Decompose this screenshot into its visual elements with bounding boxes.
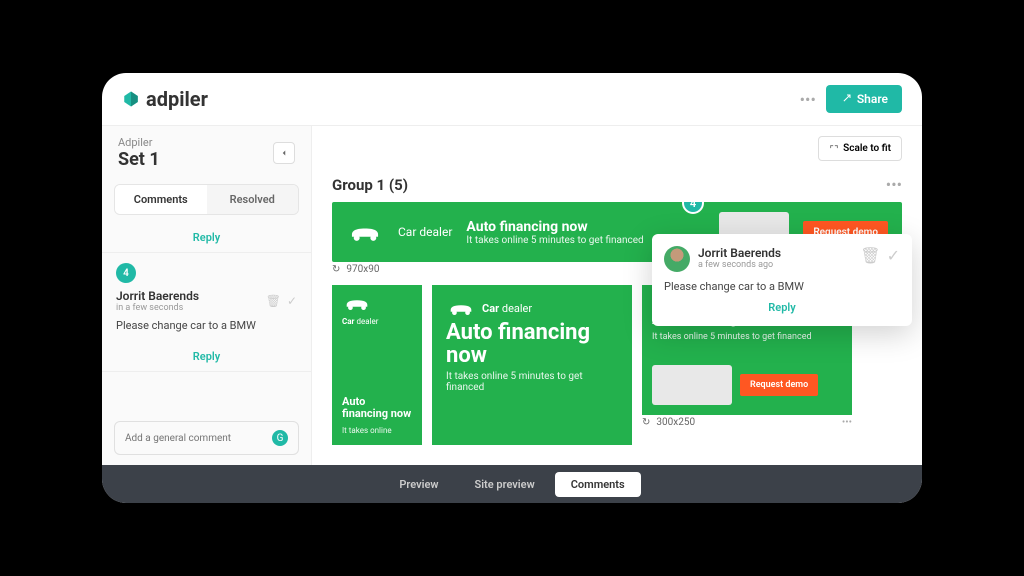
reply-link-card[interactable]: Reply	[102, 342, 311, 371]
banner-subtitle: It takes online 5 minutes to get finance…	[652, 332, 842, 342]
size-label: 300x250	[656, 417, 695, 428]
collapse-button[interactable]	[273, 142, 295, 164]
logo: adpiler	[122, 87, 208, 111]
comment-body: Please change car to a BMW	[116, 319, 297, 332]
banner-medium[interactable]: Car dealer Auto financing now It takes o…	[432, 285, 632, 445]
trash-icon[interactable]: 🗑	[860, 246, 880, 265]
logo-icon	[122, 90, 140, 108]
chevron-left-icon	[279, 148, 289, 158]
banner-title: Auto financing now	[466, 219, 705, 235]
popup-body: Please change car to a BMW	[664, 280, 900, 293]
resolve-icon[interactable]: ✓	[887, 246, 900, 265]
comment-time: in a few seconds	[116, 303, 199, 313]
car-icon	[342, 295, 372, 311]
group-title: Group 1 (5)	[332, 176, 408, 194]
bottom-bar: Preview Site preview Comments	[102, 465, 922, 503]
comment-badge: 4	[116, 263, 136, 283]
banner-small[interactable]: Car dealer Auto financing now It takes o…	[332, 285, 422, 445]
banner-title: Auto financing now	[342, 396, 412, 420]
logo-text: adpiler	[146, 87, 208, 111]
avatar	[664, 246, 690, 272]
grammarly-icon[interactable]: G	[272, 430, 288, 446]
popup-author: Jorrit Baerends	[698, 246, 781, 260]
header: adpiler ••• Share	[102, 73, 922, 126]
request-demo-button[interactable]: Request demo	[740, 374, 818, 396]
car-icon	[446, 299, 476, 317]
banner-brand: Car dealer	[398, 225, 452, 239]
share-button[interactable]: Share	[826, 85, 902, 113]
comment-card[interactable]: 4 Jorrit Baerends in a few seconds 🗑 ✓ P…	[102, 253, 311, 342]
more-icon[interactable]: •••	[800, 90, 816, 109]
comment-author: Jorrit Baerends	[116, 289, 199, 303]
banner-title: Auto financing now	[446, 321, 618, 367]
general-comment-box[interactable]: G	[114, 421, 299, 455]
comment-popup: Jorrit Baerends a few seconds ago 🗑 ✓ Pl…	[652, 234, 912, 326]
main-canvas: Scale to fit Group 1 (5) ••• Car dealer …	[312, 126, 922, 465]
banner-subtitle: It takes online	[342, 426, 412, 435]
refresh-icon[interactable]: ↻	[332, 264, 340, 275]
sidebar: Adpiler Set 1 Comments Resolved Reply 4	[102, 126, 312, 465]
popup-reply[interactable]: Reply	[664, 301, 900, 314]
refresh-icon[interactable]: ↻	[642, 417, 650, 428]
banner-subtitle: It takes online 5 minutes to get finance…	[446, 371, 618, 393]
popup-time: a few seconds ago	[698, 260, 781, 270]
sidebar-tabs: Comments Resolved	[114, 184, 299, 215]
sidebar-brand: Adpiler	[118, 136, 160, 149]
trash-icon[interactable]: 🗑	[266, 294, 281, 308]
car-icon	[346, 221, 384, 243]
set-title: Set 1	[118, 149, 160, 170]
tab-preview[interactable]: Preview	[383, 472, 454, 497]
tab-resolved[interactable]: Resolved	[207, 185, 299, 214]
general-comment-input[interactable]	[125, 433, 272, 444]
tab-site-preview[interactable]: Site preview	[458, 472, 550, 497]
size-label: 970x90	[346, 264, 379, 275]
resolve-icon[interactable]: ✓	[287, 294, 297, 308]
tab-comments[interactable]: Comments	[115, 185, 207, 214]
tab-comments-bottom[interactable]: Comments	[555, 472, 641, 497]
expand-icon	[829, 144, 839, 154]
reply-link-top[interactable]: Reply	[102, 223, 311, 252]
scale-to-fit-button[interactable]: Scale to fit	[818, 136, 902, 161]
group-more-icon[interactable]: •••	[886, 175, 902, 194]
car-photo	[652, 365, 732, 405]
ad-more-icon[interactable]: •••	[842, 417, 852, 428]
share-icon	[840, 93, 852, 105]
